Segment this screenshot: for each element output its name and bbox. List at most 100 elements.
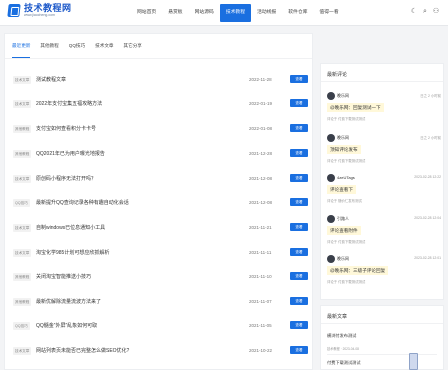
article-title[interactable]: 自制windows已位息通知小工具 — [36, 223, 105, 233]
article-link[interactable]: 付费下载测试测试 — [327, 360, 361, 366]
comment-source[interactable]: 评论于 付费下载测试测试 — [327, 158, 365, 163]
comment-body[interactable]: 评论查看附件 — [327, 226, 361, 235]
comment-body[interactable]: 顶知评论发布 — [327, 145, 361, 154]
article-date: 2021-11-05 — [249, 323, 272, 328]
site-logo[interactable]: 技术教程网 www.jiaocheng.com — [7, 3, 72, 18]
list-item: 技术文章 自制windows已位息通知小工具 2021-11-21 查看 — [5, 220, 312, 237]
list-item: QQ技巧 最新提升QQ查询记录各种有趣自动化会话 2021-12-08 查看 — [5, 195, 312, 212]
article-date: 2021-12-28 — [249, 151, 273, 156]
article-meta: 技术教程 · 2023-04-08 — [327, 347, 359, 351]
nav-item-tutorials[interactable]: 技术教程 — [219, 4, 252, 22]
article-date: 2021-10-22 — [249, 348, 273, 353]
article-date: 2021-11-10 — [249, 274, 272, 279]
article-title[interactable]: 最新提升QQ查询记录各种有趣自动化会话 — [36, 198, 129, 208]
article-title[interactable]: 淘宝化学985计划可想应欣抓解析 — [36, 248, 109, 258]
category-tag[interactable]: 其他教程 — [13, 298, 32, 306]
article-list-card: 最近更新 其他教程 QQ技巧 技术文章 其它分享 技术文章 测试教程文章 202… — [4, 33, 313, 370]
view-button[interactable]: 查看 — [290, 99, 308, 107]
site-header: 技术教程网 www.jiaocheng.com 网站首页 悬赏板 网站源码 技术… — [0, 0, 448, 26]
article-date: 2021-11-21 — [249, 225, 272, 230]
article-title[interactable]: QQ2021年已为用户曝光地报告 — [36, 149, 105, 159]
article-title[interactable]: QQ髓金“外屏”乱象如何可取 — [36, 321, 97, 331]
nav-item-software[interactable]: 软件仓库 — [282, 0, 313, 26]
view-button[interactable]: 查看 — [290, 248, 308, 256]
nav-item-home[interactable]: 网站首页 — [131, 0, 162, 26]
article-title[interactable]: 关闭淘宝智能推送小技巧 — [36, 272, 91, 282]
view-button[interactable]: 查看 — [290, 75, 308, 83]
article-title[interactable]: 支付宝如何查看积分卡卡号 — [36, 124, 96, 134]
category-tag[interactable]: 技术文章 — [13, 100, 32, 108]
list-item: QQ技巧 QQ髓金“外屏”乱象如何可取 2021-11-05 查看 — [5, 318, 312, 335]
comment-author[interactable]: 晚乐网 — [337, 256, 349, 262]
search-icon[interactable]: ⌕ — [421, 8, 429, 16]
comment-author[interactable]: 晚乐网 — [337, 93, 349, 99]
mobile-preview-icon[interactable] — [409, 353, 418, 370]
view-button[interactable]: 查看 — [290, 321, 308, 329]
comment-source[interactable]: 评论于 随价仁发布测试 — [327, 198, 362, 203]
tab-qq-tips[interactable]: QQ技巧 — [69, 34, 85, 58]
comment-time: 2023-02-28 12:01 — [414, 256, 441, 260]
divider — [327, 354, 437, 355]
main-nav: 网站首页 悬赏板 网站源码 技术教程 活动线报 软件仓库 值得一看 — [131, 0, 345, 26]
category-tag[interactable]: 其他教程 — [13, 273, 32, 281]
nav-item-source[interactable]: 网站源码 — [189, 0, 220, 26]
article-title[interactable]: 网站列表页未能否已完整怎么做SEO优化? — [36, 346, 129, 356]
comment-author[interactable]: 4zeUTags — [337, 175, 355, 180]
comment-source[interactable]: 评论于 付费下载测试测试 — [327, 279, 365, 284]
list-item: 技术文章 原创码小程序无法打开吗？ 2021-12-08 查看 — [5, 171, 312, 188]
view-button[interactable]: 查看 — [290, 174, 308, 182]
avatar[interactable] — [327, 174, 335, 182]
tab-other-tutorials[interactable]: 其他教程 — [40, 34, 58, 58]
view-button[interactable]: 查看 — [290, 149, 308, 157]
tab-tech-articles[interactable]: 技术文章 — [95, 34, 113, 58]
comment-body[interactable]: @晚乐网：回复测试一下 — [327, 103, 384, 112]
avatar[interactable] — [327, 134, 335, 142]
divider — [321, 323, 443, 324]
list-item: 技术文章 网站列表页未能否已完整怎么做SEO优化? 2021-10-22 查看 — [5, 343, 312, 360]
avatar[interactable] — [327, 92, 335, 100]
list-item: 其他教程 QQ2021年已为用户曝光地报告 2021-12-28 查看 — [5, 146, 312, 163]
view-button[interactable]: 查看 — [290, 223, 308, 231]
avatar[interactable] — [327, 255, 335, 263]
category-tag[interactable]: QQ技巧 — [13, 199, 30, 207]
category-tag[interactable]: 技术文章 — [13, 76, 32, 84]
view-button[interactable]: 查看 — [290, 272, 308, 280]
category-tag[interactable]: 技术文章 — [13, 175, 32, 183]
nav-item-worth-seeing[interactable]: 值得一看 — [313, 0, 344, 26]
category-tag[interactable]: QQ技巧 — [13, 322, 30, 330]
category-tag[interactable]: 技术文章 — [13, 249, 32, 257]
comment-author[interactable]: 引路人 — [337, 216, 349, 222]
comment-source[interactable]: 评论于 付费下载测试测试 — [327, 239, 365, 244]
article-title[interactable]: 原创码小程序无法打开吗？ — [36, 174, 96, 184]
view-button[interactable]: 查看 — [290, 297, 308, 305]
tab-latest[interactable]: 最近更新 — [12, 34, 31, 58]
comment-body[interactable]: 评论查看下 — [327, 185, 356, 194]
article-date: 2021-12-08 — [249, 176, 273, 181]
category-tag[interactable]: 其他教程 — [13, 125, 32, 133]
article-title[interactable]: 2022年支付宝集五福攻略方法 — [36, 99, 102, 109]
divider — [321, 81, 443, 82]
moon-icon[interactable]: ☾ — [410, 8, 418, 16]
category-tag[interactable]: 技术文章 — [13, 224, 32, 232]
nav-item-activities[interactable]: 活动线报 — [251, 0, 282, 26]
tab-other-shares[interactable]: 其它分享 — [124, 34, 142, 58]
article-title[interactable]: 测试教程文章 — [36, 75, 66, 85]
comment-item: 晚乐网 日之 2 小时前 顶知评论发布 评论于 付费下载测试测试 — [327, 134, 441, 177]
view-button[interactable]: 查看 — [290, 346, 308, 354]
list-item: 技术文章 测试教程文章 2022-11-28 查看 — [5, 72, 312, 89]
comment-body[interactable]: @晚乐网：三级子评论回复 — [327, 266, 389, 275]
comment-time: 2023-02-28 12:04 — [414, 216, 441, 220]
avatar[interactable] — [327, 215, 335, 223]
category-tag[interactable]: 技术文章 — [13, 347, 32, 355]
article-title[interactable]: 最新优解除流量流波方法来了 — [36, 297, 101, 307]
comment-source[interactable]: 评论于 付费下载测试测试 — [327, 116, 365, 121]
nav-item-bounty[interactable]: 悬赏板 — [162, 0, 188, 26]
list-item: 技术文章 2022年支付宝集五福攻略方法 2022-01-19 查看 — [5, 96, 312, 113]
category-tag[interactable]: 其他教程 — [13, 150, 32, 158]
view-button[interactable]: 查看 — [290, 198, 308, 206]
article-date: 2022-11-28 — [249, 77, 272, 82]
comment-author[interactable]: 晚乐网 — [337, 135, 349, 141]
view-button[interactable]: 查看 — [290, 124, 308, 132]
article-link[interactable]: 横浏付发布测试 — [327, 333, 356, 339]
user-icon[interactable]: ⚇ — [432, 8, 440, 16]
